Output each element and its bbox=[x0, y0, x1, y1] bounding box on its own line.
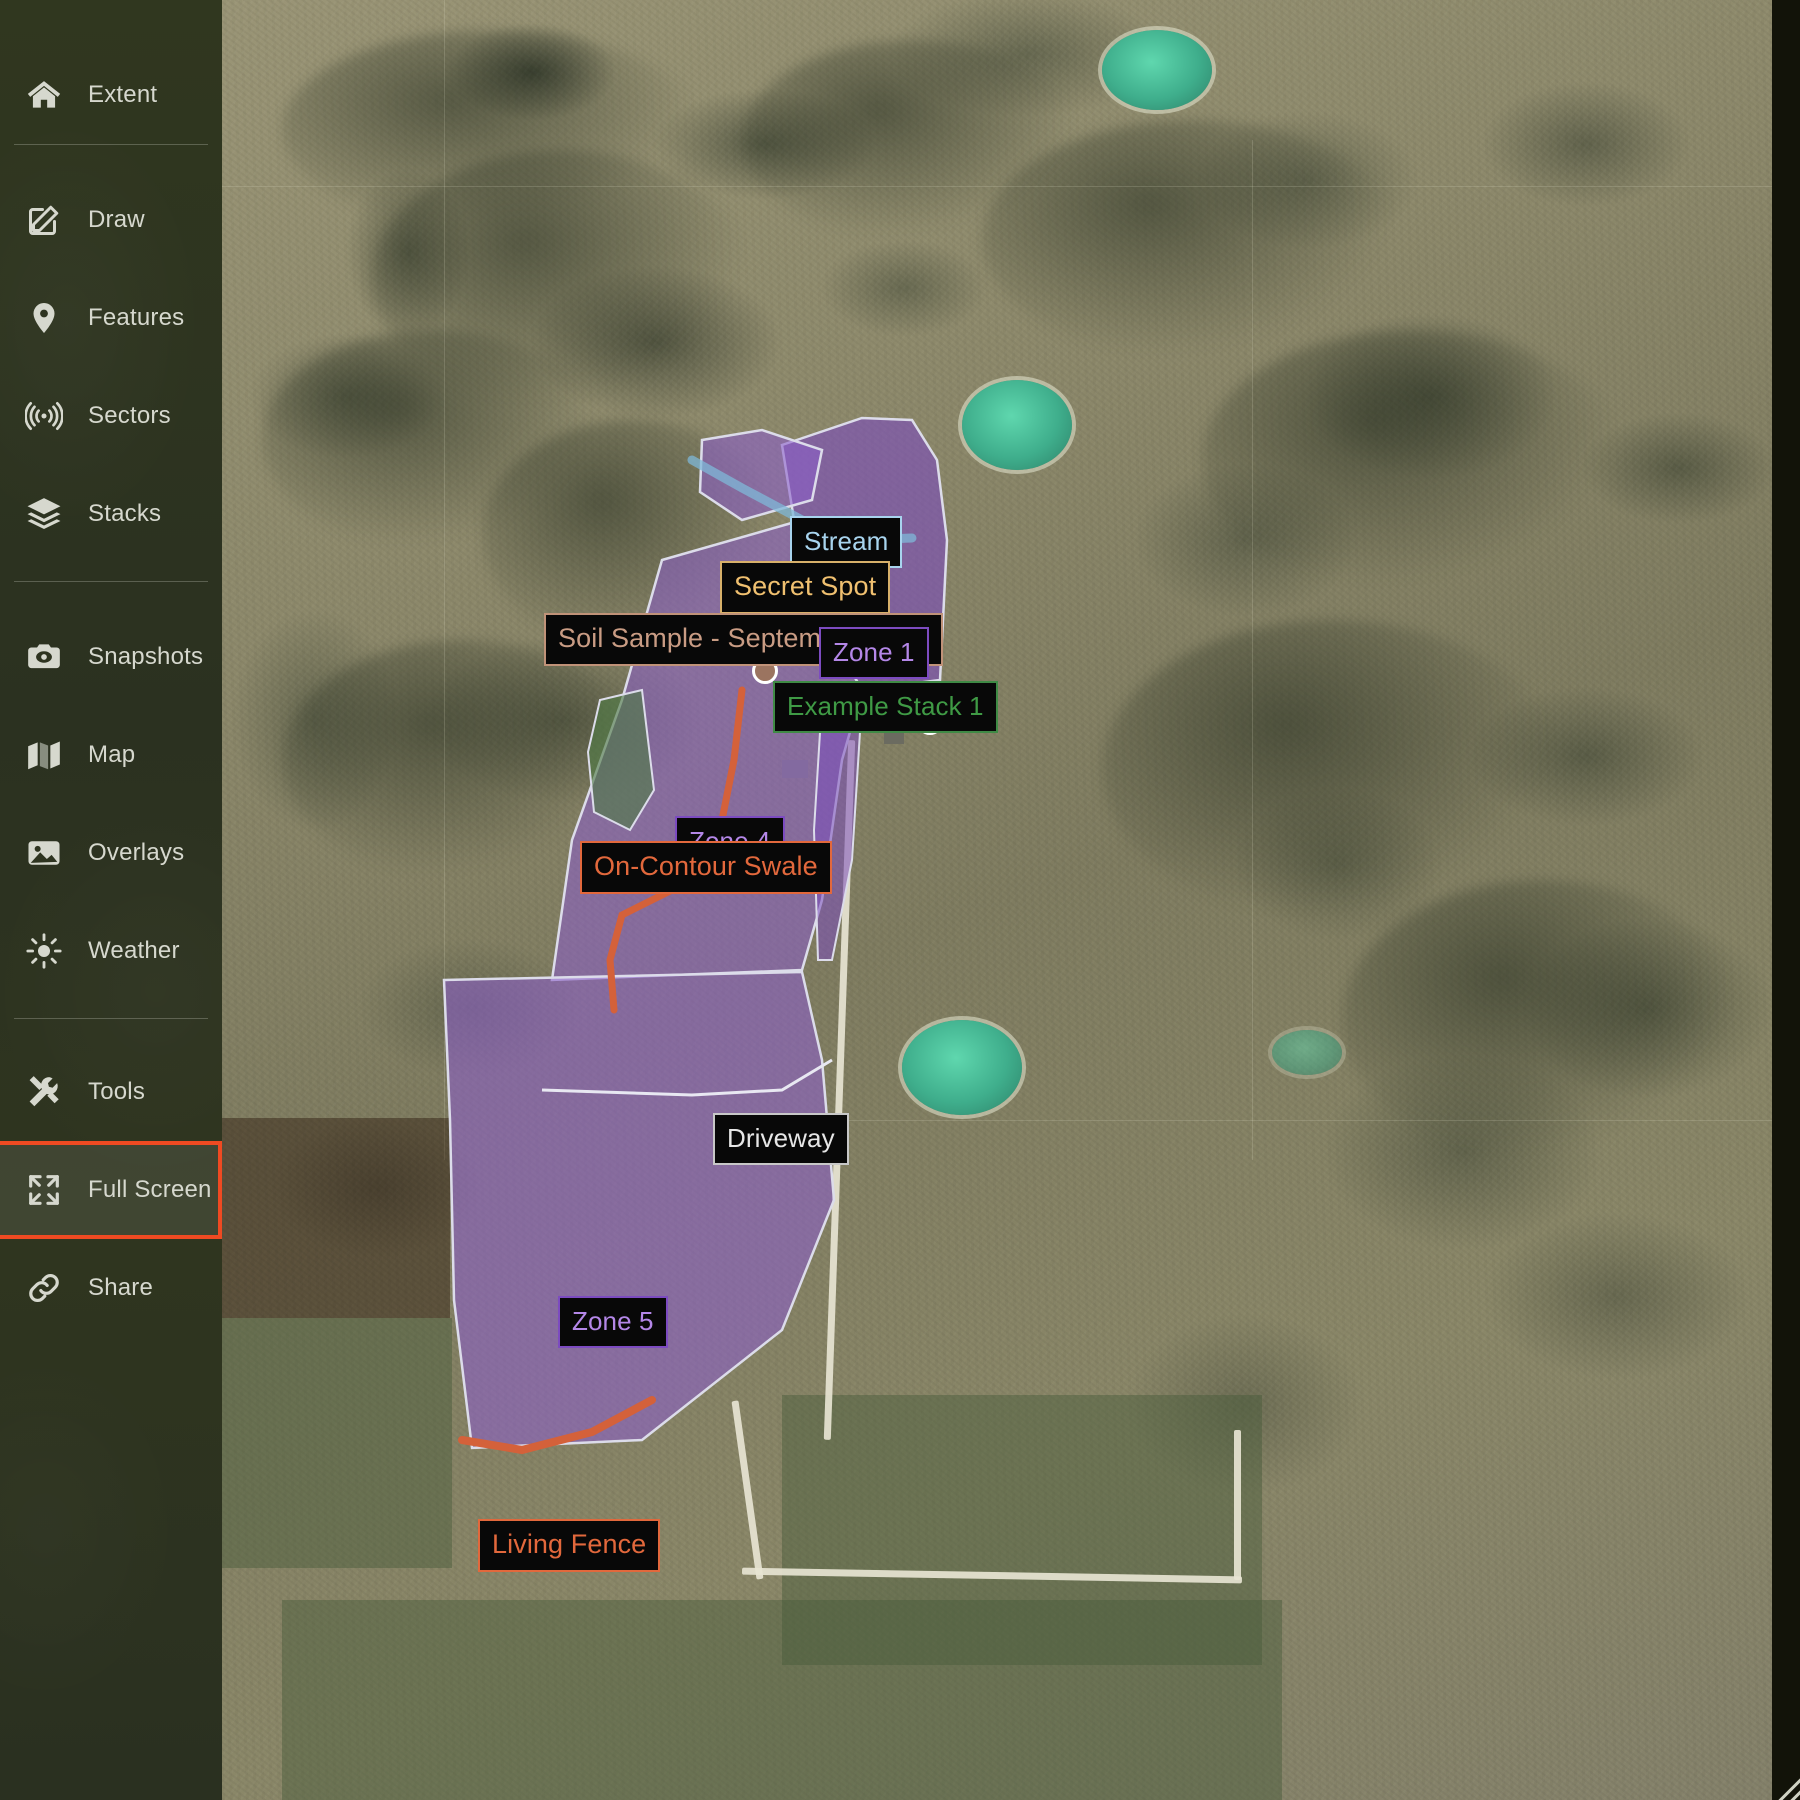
expand-icon bbox=[14, 1171, 74, 1209]
sidebar-item-label: Weather bbox=[88, 937, 180, 964]
sidebar-item-label: Stacks bbox=[88, 500, 162, 527]
vector-overlay bbox=[222, 0, 1772, 1800]
camera-icon bbox=[14, 638, 74, 676]
sidebar-divider bbox=[14, 581, 208, 582]
sidebar-item-map[interactable]: Map bbox=[0, 706, 222, 804]
sidebar-item-overlays[interactable]: Overlays bbox=[0, 804, 222, 902]
window-resize-handle[interactable] bbox=[1752, 1752, 1800, 1800]
map-label-driveway[interactable]: Driveway bbox=[713, 1113, 849, 1165]
map-label-secret-spot[interactable]: Secret Spot bbox=[720, 561, 891, 614]
image-icon bbox=[14, 834, 74, 872]
sidebar-item-label: Features bbox=[88, 304, 185, 331]
sidebar-item-label: Draw bbox=[88, 206, 145, 233]
sidebar-item-label: Snapshots bbox=[88, 643, 204, 670]
layers-icon bbox=[14, 495, 74, 533]
sidebar-divider bbox=[14, 1018, 208, 1019]
app-root: Stream Secret Spot Soil Sample - Septemb… bbox=[0, 0, 1800, 1800]
map-label-text: Zone 1 bbox=[833, 637, 915, 667]
right-gutter bbox=[1772, 0, 1800, 1800]
sidebar-item-label: Extent bbox=[88, 81, 158, 108]
sidebar-item-label: Sectors bbox=[88, 402, 171, 429]
map-canvas[interactable]: Stream Secret Spot Soil Sample - Septemb… bbox=[222, 0, 1772, 1800]
sidebar-item-label: Tools bbox=[88, 1078, 146, 1105]
sidebar-item-label: Share bbox=[88, 1274, 154, 1301]
sidebar-item-draw[interactable]: Draw bbox=[0, 171, 222, 269]
sidebar-item-label: Full Screen bbox=[88, 1176, 212, 1203]
map-label-text: On-Contour Swale bbox=[594, 851, 818, 881]
map-label-text: Living Fence bbox=[492, 1529, 647, 1559]
signal-icon bbox=[14, 397, 74, 435]
sidebar: Extent Draw Features Sectors Stacks Snap… bbox=[0, 0, 222, 1800]
zone-5-polygon bbox=[442, 970, 836, 1450]
sidebar-item-stacks[interactable]: Stacks bbox=[0, 465, 222, 563]
map-label-living-fence[interactable]: Living Fence bbox=[478, 1519, 661, 1572]
sidebar-item-full-screen[interactable]: Full Screen bbox=[0, 1141, 222, 1239]
sidebar-item-snapshots[interactable]: Snapshots bbox=[0, 608, 222, 706]
map-label-text: Stream bbox=[804, 526, 889, 556]
tools-icon bbox=[14, 1073, 74, 1111]
sidebar-divider bbox=[14, 144, 208, 145]
sidebar-item-weather[interactable]: Weather bbox=[0, 902, 222, 1000]
sidebar-item-label: Map bbox=[88, 741, 136, 768]
pencil-edit-icon bbox=[14, 202, 74, 238]
map-label-text: Zone 5 bbox=[572, 1306, 654, 1336]
map-label-zone-1[interactable]: Zone 1 bbox=[819, 627, 929, 679]
map-icon bbox=[14, 736, 74, 774]
sidebar-item-features[interactable]: Features bbox=[0, 269, 222, 367]
home-icon bbox=[14, 76, 74, 114]
link-icon bbox=[14, 1269, 74, 1307]
map-label-example-stack-1[interactable]: Example Stack 1 bbox=[773, 681, 998, 733]
sidebar-item-extent[interactable]: Extent bbox=[0, 46, 222, 144]
map-label-zone-5[interactable]: Zone 5 bbox=[558, 1296, 668, 1348]
map-pin-icon bbox=[14, 300, 74, 336]
map-label-text: Example Stack 1 bbox=[787, 691, 984, 721]
sun-icon bbox=[14, 932, 74, 970]
sidebar-item-label: Overlays bbox=[88, 839, 185, 866]
map-label-text: Secret Spot bbox=[734, 571, 877, 601]
sidebar-item-tools[interactable]: Tools bbox=[0, 1043, 222, 1141]
sidebar-item-share[interactable]: Share bbox=[0, 1239, 222, 1337]
sidebar-item-sectors[interactable]: Sectors bbox=[0, 367, 222, 465]
map-label-on-contour-swale[interactable]: On-Contour Swale bbox=[580, 841, 832, 894]
map-label-text: Driveway bbox=[727, 1123, 835, 1153]
